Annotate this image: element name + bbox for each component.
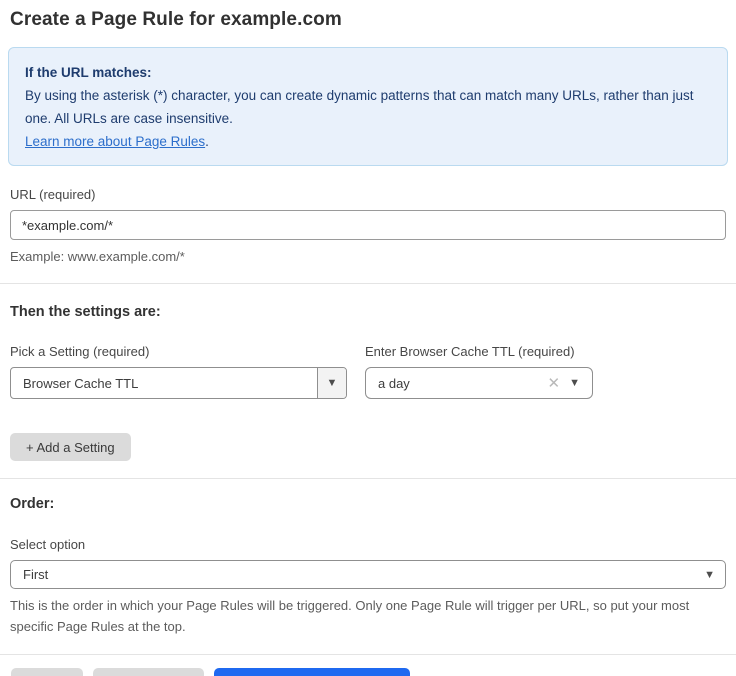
divider (0, 654, 736, 655)
link-suffix: . (205, 134, 209, 149)
setting-select-label: Pick a Setting (required) (10, 344, 347, 359)
page-title: Create a Page Rule for example.com (10, 9, 726, 31)
setting-select-group: Pick a Setting (required) Browser Cache … (10, 344, 347, 399)
settings-section-heading: Then the settings are: (10, 304, 726, 320)
clear-icon[interactable]: ✕ (544, 374, 570, 392)
create-page-rule-form: Create a Page Rule for example.com If th… (0, 0, 736, 676)
settings-row: Pick a Setting (required) Browser Cache … (10, 344, 726, 399)
setting-select[interactable]: Browser Cache TTL ▼ (10, 367, 347, 399)
url-field-helper: Example: www.example.com/* (10, 247, 726, 266)
info-box-heading: If the URL matches: (25, 61, 711, 84)
caret-down-icon: ▼ (704, 569, 725, 581)
setting-select-value: Browser Cache TTL (11, 376, 317, 391)
url-input[interactable] (10, 210, 726, 240)
order-helper-text: This is the order in which your Page Rul… (10, 595, 726, 637)
caret-down-icon[interactable]: ▼ (317, 368, 346, 398)
order-select[interactable]: First ▼ (10, 560, 726, 589)
url-field-label: URL (required) (10, 187, 726, 202)
order-select-label: Select option (10, 537, 726, 552)
url-match-info-box: If the URL matches: By using the asteris… (8, 47, 728, 166)
ttl-select-value: a day (366, 376, 544, 391)
ttl-select-group: Enter Browser Cache TTL (required) a day… (365, 344, 593, 399)
save-and-deploy-button[interactable]: Save and Deploy Page Rule (214, 668, 409, 676)
cancel-button[interactable]: Cancel (11, 668, 83, 676)
order-select-value: First (11, 567, 704, 582)
ttl-select-label: Enter Browser Cache TTL (required) (365, 344, 593, 359)
caret-down-icon[interactable]: ▼ (569, 377, 592, 389)
divider (0, 478, 736, 479)
ttl-select[interactable]: a day ✕ ▼ (365, 367, 593, 399)
info-box-body: By using the asterisk (*) character, you… (25, 84, 711, 130)
order-section-heading: Order: (10, 496, 726, 512)
add-setting-button[interactable]: + Add a Setting (10, 433, 131, 461)
info-box-link-line: Learn more about Page Rules. (25, 130, 711, 153)
learn-more-link[interactable]: Learn more about Page Rules (25, 134, 205, 149)
save-as-draft-button[interactable]: Save as Draft (93, 668, 204, 676)
footer-actions: Cancel Save as Draft Save and Deploy Pag… (11, 668, 726, 676)
divider (0, 283, 736, 284)
